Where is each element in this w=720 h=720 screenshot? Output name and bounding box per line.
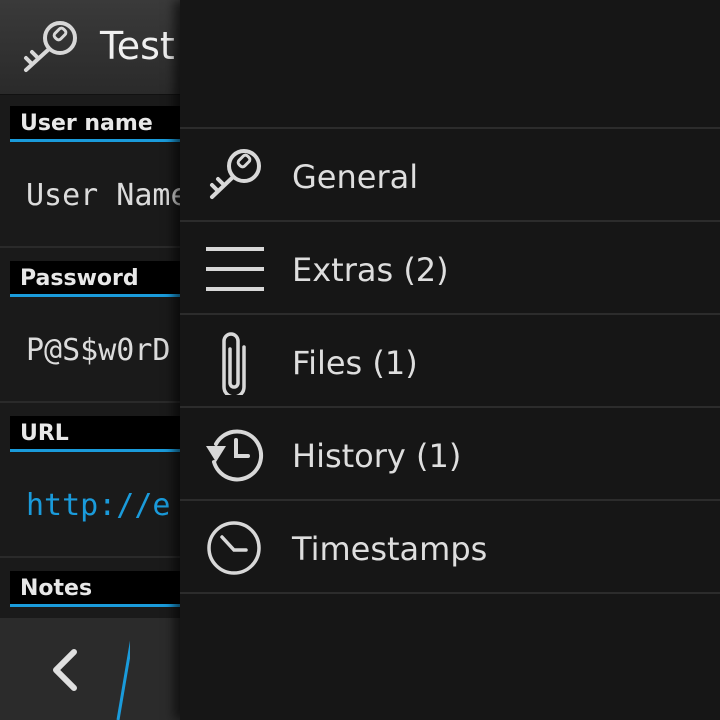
- notes-label: Notes: [10, 571, 180, 607]
- password-value[interactable]: P@S$w0rD: [26, 333, 171, 368]
- entry-view: Test User name User Name Password P@S$w0…: [0, 0, 180, 720]
- username-value[interactable]: User Name: [26, 178, 180, 213]
- key-icon: [24, 21, 77, 72]
- navigation-drawer: General Extras (2) Files (1) History (1)…: [180, 0, 720, 720]
- menu-item-label: General: [292, 158, 419, 196]
- password-label: Password: [10, 261, 180, 297]
- menu-item-timestamps[interactable]: Timestamps: [180, 501, 720, 594]
- entry-title: Test: [100, 24, 175, 68]
- bottom-action-bar: [0, 618, 180, 720]
- menu-item-label: Timestamps: [292, 530, 488, 568]
- divider: [116, 640, 130, 720]
- menu-item-files[interactable]: Files (1): [180, 315, 720, 408]
- menu-item-label: Extras (2): [292, 251, 449, 289]
- divider: [180, 592, 720, 594]
- menu-item-general[interactable]: General: [180, 129, 720, 222]
- divider: [0, 556, 180, 558]
- chevron-left-icon: [53, 649, 77, 691]
- username-label: User name: [10, 106, 180, 142]
- menu-item-history[interactable]: History (1): [180, 408, 720, 501]
- url-link[interactable]: http://e: [26, 488, 171, 523]
- menu-item-label: History (1): [292, 437, 462, 475]
- title-bar: Test: [0, 0, 180, 95]
- divider: [0, 246, 180, 248]
- menu-item-extras[interactable]: Extras (2): [180, 222, 720, 315]
- back-button[interactable]: [0, 618, 130, 720]
- url-label: URL: [10, 416, 180, 452]
- menu-item-label: Files (1): [292, 344, 418, 382]
- list-icon: [206, 247, 264, 291]
- paperclip-icon: [222, 332, 246, 395]
- history-icon: [206, 429, 264, 482]
- key-icon: [210, 149, 261, 199]
- divider: [0, 401, 180, 403]
- clock-icon: [207, 521, 261, 575]
